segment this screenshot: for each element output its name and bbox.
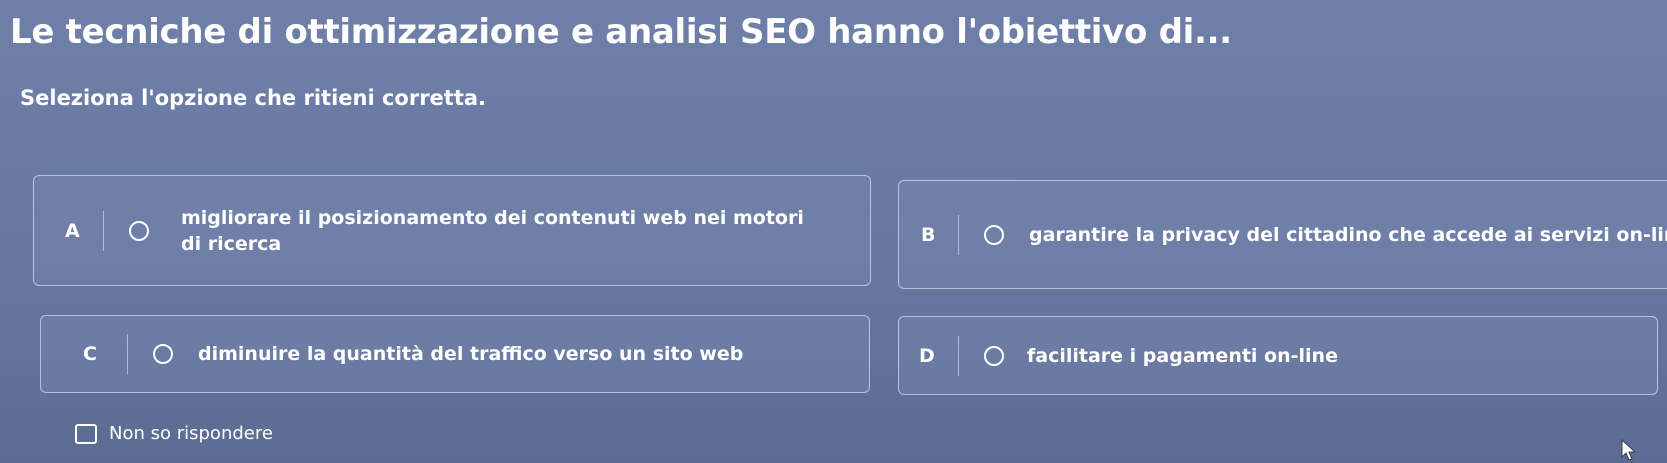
option-letter: A [65, 219, 80, 242]
option-divider [103, 210, 104, 251]
no-answer-option[interactable]: Non so rispondere [75, 423, 273, 444]
option-d[interactable]: D facilitare i pagamenti on-line [898, 316, 1658, 395]
radio-empty-icon[interactable] [129, 220, 149, 241]
radio-empty-icon[interactable] [984, 345, 1004, 366]
radio-empty-icon[interactable] [984, 224, 1004, 245]
option-b[interactable]: B garantire la privacy del cittadino che… [898, 180, 1667, 289]
option-letter: B [921, 223, 936, 246]
option-text: garantire la privacy del cittadino che a… [1029, 223, 1667, 246]
mouse-pointer-icon [1621, 439, 1637, 461]
option-a[interactable]: A migliorare il posizionamento dei conte… [33, 175, 871, 286]
option-divider [958, 335, 959, 376]
option-divider [127, 334, 128, 374]
option-text: diminuire la quantità del traffico verso… [198, 343, 744, 365]
option-c[interactable]: C diminuire la quantità del traffico ver… [40, 315, 870, 393]
no-answer-label: Non so rispondere [109, 423, 273, 444]
question-instruction: Seleziona l'opzione che ritieni corretta… [20, 86, 487, 110]
option-letter: C [83, 343, 97, 365]
option-letter: D [919, 344, 935, 367]
option-divider [958, 214, 959, 255]
question-title: Le tecniche di ottimizzazione e analisi … [10, 12, 1232, 52]
radio-empty-icon[interactable] [153, 344, 173, 364]
option-text: facilitare i pagamenti on-line [1027, 344, 1338, 367]
option-text: migliorare il posizionamento dei contenu… [181, 206, 804, 255]
checkbox-empty-icon[interactable] [75, 423, 97, 444]
